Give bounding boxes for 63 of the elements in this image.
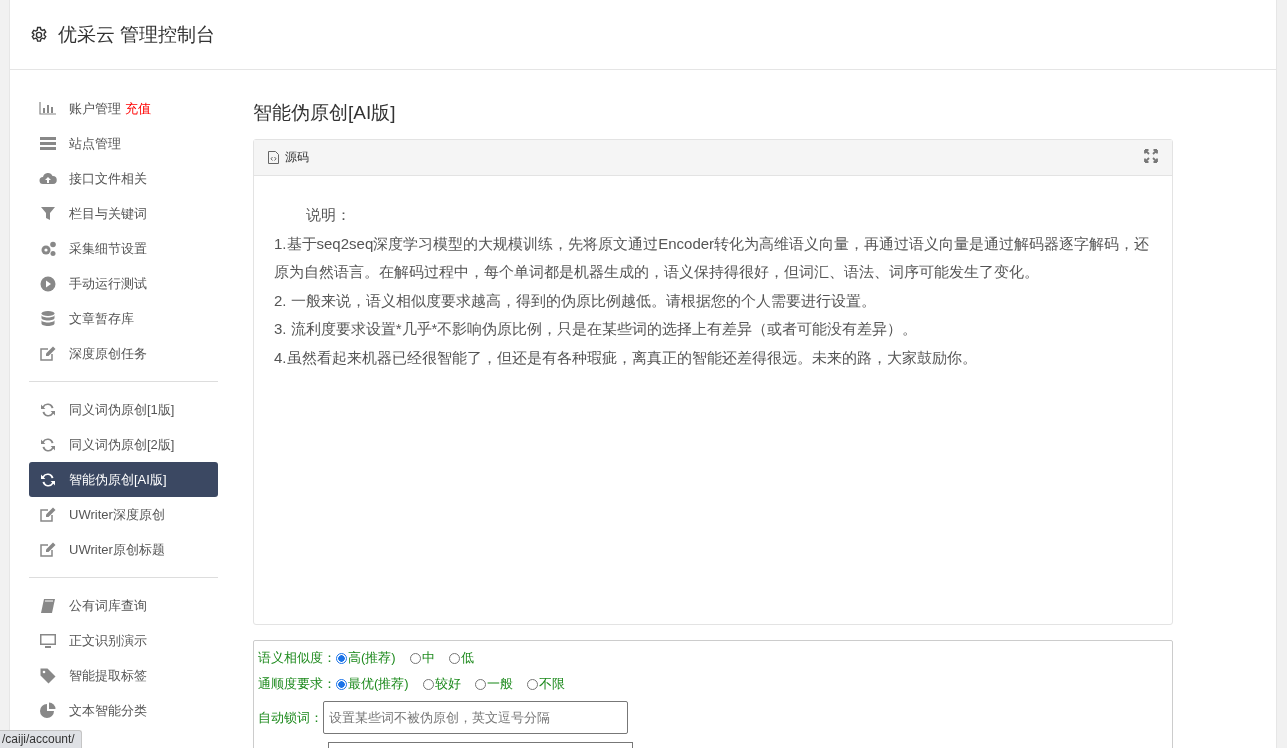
field-label: 语义相似度： xyxy=(258,649,336,667)
sidebar-item[interactable]: 账户管理 充值 xyxy=(29,91,218,126)
edit-icon xyxy=(39,344,57,363)
filter-icon xyxy=(39,204,57,223)
radio-button[interactable] xyxy=(448,652,460,664)
status-url: /caiji/account/ xyxy=(0,730,82,748)
database-icon xyxy=(39,309,57,328)
sidebar-item[interactable]: 站点管理 xyxy=(29,126,218,161)
radio-button[interactable] xyxy=(422,678,434,690)
sidebar-item[interactable]: 智能提取标签 xyxy=(29,658,218,693)
radio-button[interactable] xyxy=(474,678,486,690)
book-icon xyxy=(39,596,57,615)
radio-button[interactable] xyxy=(336,678,347,690)
play-circle-icon xyxy=(39,274,57,293)
sidebar-item[interactable]: 公有词库查询 xyxy=(29,588,218,623)
description-text: 1.基于seq2seq深度学习模型的大规模训练，先将原文通过Encoder转化为高维语义向量，再通过语义向量是通过解码器逐字解码，还原为自然语言。在解码过程中，每个单词都是机器生成的，语义保持得很好，但词汇、语法、词序可能发生了变化。 xyxy=(274,233,1151,282)
refresh-icon xyxy=(39,400,57,419)
settings-icon xyxy=(30,25,48,44)
radio-option[interactable]: 最优(推荐) xyxy=(336,675,409,693)
radio-option[interactable]: 高(推荐) xyxy=(336,649,396,667)
sidebar-item[interactable]: 智能伪原创[AI版] xyxy=(29,462,218,497)
radio-option[interactable]: 低 xyxy=(448,649,474,667)
field-label: 自动锁词： xyxy=(258,708,323,727)
pie-chart-icon xyxy=(39,701,57,720)
sidebar-item[interactable]: 同义词伪原创[2版] xyxy=(29,427,218,462)
description-heading: 说明： xyxy=(305,205,352,225)
bar-chart-icon xyxy=(39,99,57,118)
panel-tab[interactable]: 源码 xyxy=(285,149,309,166)
recharge-link[interactable]: 充值 xyxy=(125,100,151,116)
field-label: 通顺度要求： xyxy=(258,675,336,693)
edit-icon xyxy=(39,540,57,559)
lock-words-field[interactable]: 设置某些词不被伪原创，英文逗号分隔 xyxy=(323,701,628,734)
sidebar-item[interactable]: 文章暂存库 xyxy=(29,301,218,336)
radio-option[interactable]: 中 xyxy=(409,649,435,667)
sidebar-item[interactable]: 采集细节设置 xyxy=(29,231,218,266)
page-title: 智能伪原创[AI版] xyxy=(253,101,397,125)
monitor-icon xyxy=(39,631,57,650)
fullscreen-icon[interactable] xyxy=(1144,149,1158,163)
sidebar-item[interactable]: 手动运行测试 xyxy=(29,266,218,301)
sidebar-item[interactable]: 接口文件相关 xyxy=(29,161,218,196)
sidebar-item[interactable]: UWriter深度原创 xyxy=(29,497,218,532)
sidebar-item[interactable]: 文本智能分类 xyxy=(29,693,218,728)
server-icon xyxy=(39,134,57,153)
app-title: 优采云 管理控制台 xyxy=(58,22,216,47)
edit-icon xyxy=(39,505,57,524)
sidebar-item[interactable]: UWriter原创标题 xyxy=(29,532,218,567)
refresh-icon xyxy=(39,470,57,489)
sidebar-item[interactable]: 同义词伪原创[1版] xyxy=(29,392,218,427)
description-text: 3. 流利度要求设置*几乎*不影响伪原比例，只是在某些词的选择上有差异（或者可能没有差异）。 xyxy=(274,319,919,339)
refresh-icon xyxy=(39,435,57,454)
tag-icon xyxy=(39,666,57,685)
code-file-icon xyxy=(268,151,279,164)
sidebar-item[interactable]: 正文识别演示 xyxy=(29,623,218,658)
description-text: 4.虽然看起来机器已经很智能了，但还是有各种瑕疵，离真正的智能还差得很远。未来的路，大家鼓励你。 xyxy=(274,347,978,368)
sidebar-item[interactable]: 深度原创任务 xyxy=(29,336,218,371)
radio-button[interactable] xyxy=(409,652,421,664)
radio-option[interactable]: 不限 xyxy=(526,675,565,693)
description-text: 2. 一般来说，语义相似度要求越高，得到的伪原比例越低。请根据您的个人需要进行设置。 xyxy=(274,290,877,311)
radio-option[interactable]: 较好 xyxy=(422,675,461,693)
radio-button[interactable] xyxy=(336,652,347,664)
radio-option[interactable]: 一般 xyxy=(474,675,513,693)
radio-button[interactable] xyxy=(526,678,538,690)
sidebar-item[interactable]: 栏目与关键词 xyxy=(29,196,218,231)
